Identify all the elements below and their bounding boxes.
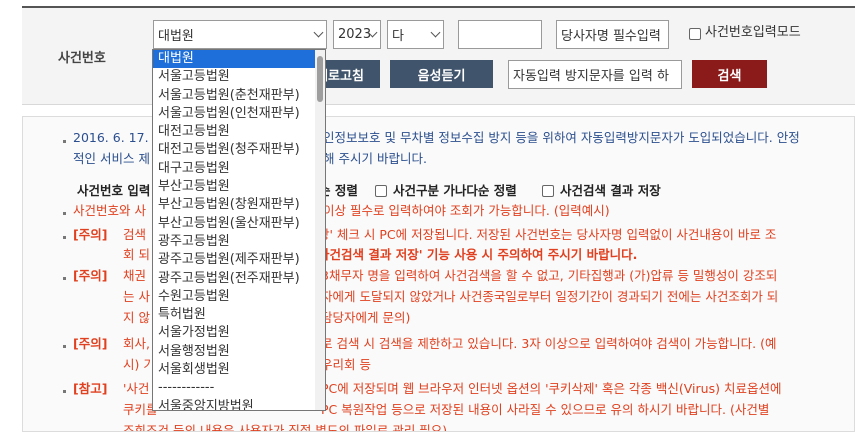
search-button[interactable]: 검색	[692, 60, 767, 88]
dropdown-options: 대법원 서울고등법원 서울고등법원(춘천재판부) 서울고등법원(인천재판부) 대전고등법…	[153, 50, 325, 410]
notice-line: 해 주시기 바랍니다.	[323, 151, 427, 166]
notice-line: 자에게 도달되지 않았거나 사건종국일로부터 일정기간이 경과되기 전에는 사건…	[321, 289, 779, 304]
notice-line: PC에 저장되며 웹 브라우저 인터넷 옵션의 '쿠키삭제' 혹은 각종 백신(…	[321, 381, 782, 396]
case-type-select-value: 다	[392, 29, 404, 44]
case-type-select[interactable]: 다	[387, 20, 444, 49]
notice-line: 사건검색 결과 저장' 기능 사용 시 주의하여 주시기 바랍니다.	[318, 247, 638, 262]
dropdown-option[interactable]: 광주고등법원(전주재판부)	[153, 270, 325, 288]
dropdown-option[interactable]: 대법원	[153, 50, 325, 69]
notice-line: 이상 필수로 입력하여야 조회가 가능합니다. (입력예시)	[323, 203, 610, 218]
manual-input-checkbox[interactable]	[689, 28, 701, 40]
notice-line: 인정보보호 및 무차별 정보수집 방지 등을 위하여 자동입력방지문자가 도입되…	[323, 130, 800, 145]
notice-line: 검색	[123, 227, 147, 242]
caution-tag: [주의]	[73, 268, 108, 283]
case-number-input[interactable]	[458, 20, 542, 49]
bullet-icon	[63, 212, 66, 215]
notice-line: 2016. 6. 17. -	[73, 130, 158, 145]
notice-line: 로 검색 시 검색을 제한하고 있습니다. 3자 이상으로 입력하여야 검색이 …	[321, 336, 777, 351]
manual-input-label: 사건번호입력모드	[705, 25, 801, 40]
sort-options-label: 사건번호 입력	[77, 183, 151, 198]
dropdown-option[interactable]: 광주고등법원	[153, 233, 325, 251]
year-select[interactable]: 2023	[333, 20, 381, 49]
notice-line: PC 복원작업 등으로 저장된 내용이 사라질 수 있으므로 유의 하시기 바랍…	[321, 402, 770, 417]
year-select-value: 2023	[338, 27, 372, 42]
dropdown-option[interactable]: 광주고등법원(제주재판부)	[153, 251, 325, 269]
notice-line: 3채무자 명을 입력하여 사건검색을 할 수 없고, 기타집행과 (가)압류 등…	[321, 268, 778, 283]
case-number-label: 사건번호	[58, 51, 106, 66]
dropdown-option[interactable]: 서울가정법원	[153, 324, 325, 342]
scrollbar-thumb[interactable]	[317, 56, 323, 102]
dropdown-option[interactable]: 부산고등법원(창원재판부)	[153, 196, 325, 214]
caution-tag: [주의]	[73, 336, 108, 351]
notice-line: 조회조건 등의 내용은 사용자가 직접 별도의 파일로 관리 필요)	[123, 423, 448, 432]
caution-tag: [주의]	[73, 227, 108, 242]
sort-option-2: 사건구분 가나다순 정렬	[393, 183, 517, 198]
dropdown-option[interactable]: 서울고등법원(인천재판부)	[153, 105, 325, 123]
notice-line: 는 사	[123, 289, 150, 304]
dropdown-option[interactable]: 서울고등법원(춘천재판부)	[153, 87, 325, 105]
reference-tag: [참고]	[73, 381, 108, 396]
save-result-checkbox[interactable]	[542, 185, 554, 197]
chevron-down-icon	[430, 27, 441, 38]
dropdown-option[interactable]: 수원고등법원	[153, 288, 325, 306]
bullet-icon	[63, 390, 66, 393]
dropdown-scrollbar[interactable]	[315, 50, 325, 410]
notice-line: 담당자에게 문의)	[321, 310, 411, 325]
notice-line: '사건	[123, 381, 150, 396]
court-dropdown-list[interactable]: 대법원 서울고등법원 서울고등법원(춘천재판부) 서울고등법원(인천재판부) 대전고등법…	[152, 49, 326, 411]
notice-line: 장' 체크 시 PC에 저장됩니다. 저장된 사건번호는 당사자명 입력없이 사…	[318, 227, 777, 242]
dropdown-option[interactable]: 부산고등법원(울산재판부)	[153, 215, 325, 233]
dropdown-option[interactable]: 대전고등법원(청주재판부)	[153, 141, 325, 159]
captcha-placeholder: 자동입력 방지문자를 입력 하	[513, 69, 669, 84]
notice-line: 회 되	[123, 247, 150, 262]
court-select[interactable]: 대법원	[153, 20, 327, 49]
party-name-input[interactable]: 당사자명 필수입력	[556, 20, 669, 49]
dropdown-option[interactable]: ------------	[153, 379, 325, 397]
dropdown-option[interactable]: 서울회생법원	[153, 361, 325, 379]
chevron-down-icon	[313, 27, 324, 38]
notice-line: 적인 서비스 제	[73, 151, 150, 166]
bullet-icon	[63, 277, 66, 280]
sort-option-3: 사건검색 결과 저장	[560, 183, 661, 198]
dropdown-option[interactable]: 부산고등법원	[153, 178, 325, 196]
dropdown-option[interactable]: 대구고등법원	[153, 160, 325, 178]
notice-line: 우리회 등	[321, 357, 371, 372]
party-name-placeholder: 당사자명 필수입력	[561, 29, 661, 44]
bullet-icon	[63, 236, 66, 239]
notice-line: 지 않	[123, 310, 150, 325]
bullet-icon	[63, 140, 66, 143]
captcha-input[interactable]: 자동입력 방지문자를 입력 하	[508, 60, 682, 89]
dropdown-option[interactable]: 서울행정법원	[153, 343, 325, 361]
audio-button[interactable]: 음성듣기	[390, 60, 493, 88]
dropdown-option[interactable]: 서울중앙지방법원	[153, 398, 325, 410]
notice-panel: 2016. 6. 17. - 인정보보호 및 무차별 정보수집 방지 등을 위하…	[22, 116, 855, 432]
notice-line: 채권	[123, 268, 147, 283]
notice-line: 사건번호와 사	[73, 203, 146, 218]
sort-type-checkbox[interactable]	[375, 185, 387, 197]
bullet-icon	[63, 345, 66, 348]
dropdown-option[interactable]: 특허법원	[153, 306, 325, 324]
notice-line: 회사,	[123, 336, 150, 351]
dropdown-option[interactable]: 서울고등법원	[153, 68, 325, 86]
notice-line: 시) 기	[123, 357, 155, 372]
dropdown-option[interactable]: 대전고등법원	[153, 123, 325, 141]
court-select-value: 대법원	[158, 29, 194, 44]
